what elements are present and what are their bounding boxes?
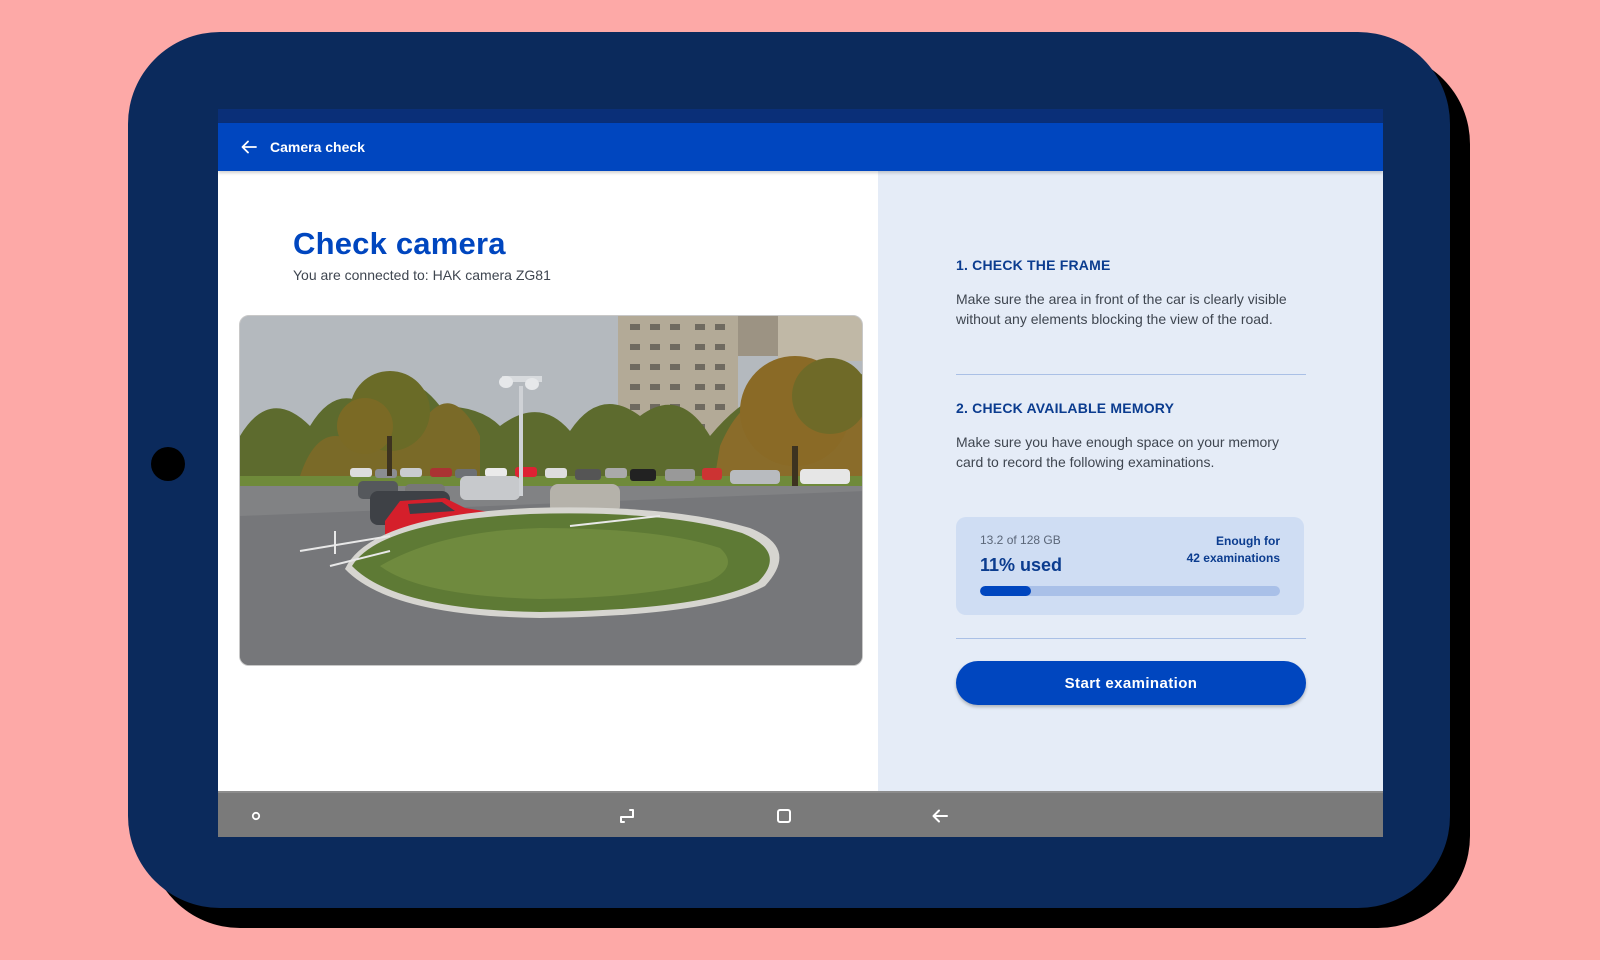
home-dot-icon [251, 811, 261, 821]
memory-progress-fill [980, 586, 1031, 596]
back-arrow-icon [241, 140, 257, 154]
back-icon [932, 809, 948, 823]
divider-2 [956, 638, 1306, 639]
app-bar: Camera check [218, 123, 1383, 171]
page-title: Check camera [293, 226, 506, 261]
instructions-pane: 1. CHECK THE FRAME Make sure the area in… [878, 171, 1383, 791]
stage: Camera check Check camera You are connec… [0, 0, 1600, 960]
step-2-heading: 2. CHECK AVAILABLE MEMORY [956, 400, 1175, 416]
step-1-body: Make sure the area in front of the car i… [956, 291, 1287, 327]
system-nav-bar [218, 791, 1383, 837]
camera-preview [239, 315, 863, 666]
step-1-heading: 1. CHECK THE FRAME [956, 257, 1111, 273]
step-2-body: Make sure you have enough space on your … [956, 434, 1279, 470]
memory-progress-track [980, 586, 1280, 596]
camera-name: HAK camera ZG81 [432, 267, 551, 283]
memory-enough-line-1: Enough for [1216, 534, 1280, 548]
recent-apps-icon [620, 809, 634, 823]
overview-button[interactable] [770, 802, 798, 830]
left-pane: Check camera You are connected to: HAK c… [218, 171, 878, 791]
system-back-button[interactable] [926, 802, 954, 830]
home-button[interactable] [242, 802, 270, 830]
tablet-screen: Camera check Check camera You are connec… [218, 109, 1383, 837]
status-bar [218, 109, 1383, 123]
connection-info: You are connected to: HAK camera ZG81 [293, 267, 551, 283]
front-camera-hole [151, 447, 185, 481]
memory-enough-text: Enough for 42 examinations [1187, 533, 1280, 567]
recent-apps-button[interactable] [613, 802, 641, 830]
camera-preview-image [240, 316, 862, 665]
memory-used-text: 11% used [980, 555, 1063, 575]
app-bar-title: Camera check [270, 139, 365, 155]
memory-card: 13.2 of 128 GB 11% used Enough for 42 ex… [956, 517, 1304, 615]
memory-enough-line-2: 42 examinations [1186, 551, 1280, 565]
memory-size-text: 13.2 of 128 GB [980, 533, 1061, 547]
overview-icon [777, 809, 791, 823]
divider-1 [956, 374, 1306, 375]
connection-prefix: You are connected to: [293, 267, 429, 283]
start-examination-button[interactable]: Start examination [956, 661, 1306, 705]
back-button[interactable] [234, 132, 264, 162]
